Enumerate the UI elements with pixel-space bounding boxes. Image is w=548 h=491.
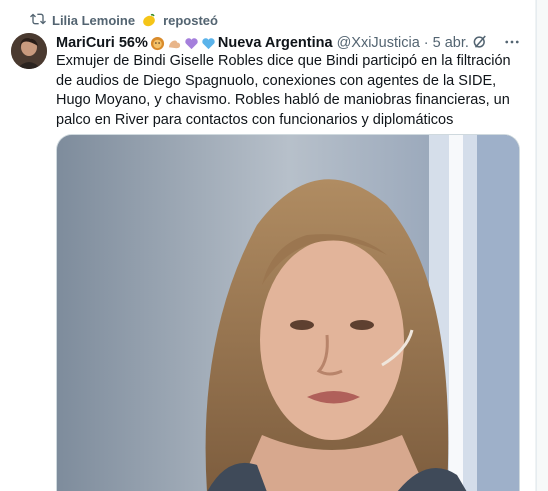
tweet-text: Exmujer de Bindi Giselle Robles dice que… [56,53,511,128]
tweet-card[interactable]: Lilia Lemoine reposteó MariCuri 56% Nuev… [0,0,536,491]
author-handle[interactable]: @XxiJusticia [337,35,420,51]
lemon-emoji-icon [141,12,157,29]
scrollbar[interactable] [536,0,548,491]
author-name-link[interactable]: MariCuri 56% Nueva Argentina [56,35,333,51]
repost-label: reposteó [163,12,218,28]
avatar[interactable] [11,33,47,69]
repost-indicator: Lilia Lemoine reposteó [30,10,218,30]
flexed-arm-emoji-icon [168,39,180,48]
tweet-header: MariCuri 56% Nueva Argentina @XxiJustici… [56,33,526,53]
repost-user-link[interactable]: Lilia Lemoine [52,13,135,28]
author-name: MariCuri 56% [56,35,148,51]
author-name-suffix: Nueva Argentina [217,35,333,51]
purple-heart-icon [185,37,198,49]
repost-icon [30,11,46,30]
blue-heart-icon [202,37,215,49]
tweet-timestamp[interactable]: 5 abr. [433,35,469,51]
lion-emoji-icon [150,36,164,50]
separator-dot: · [423,35,429,51]
tweet-media-image[interactable] [56,134,520,491]
